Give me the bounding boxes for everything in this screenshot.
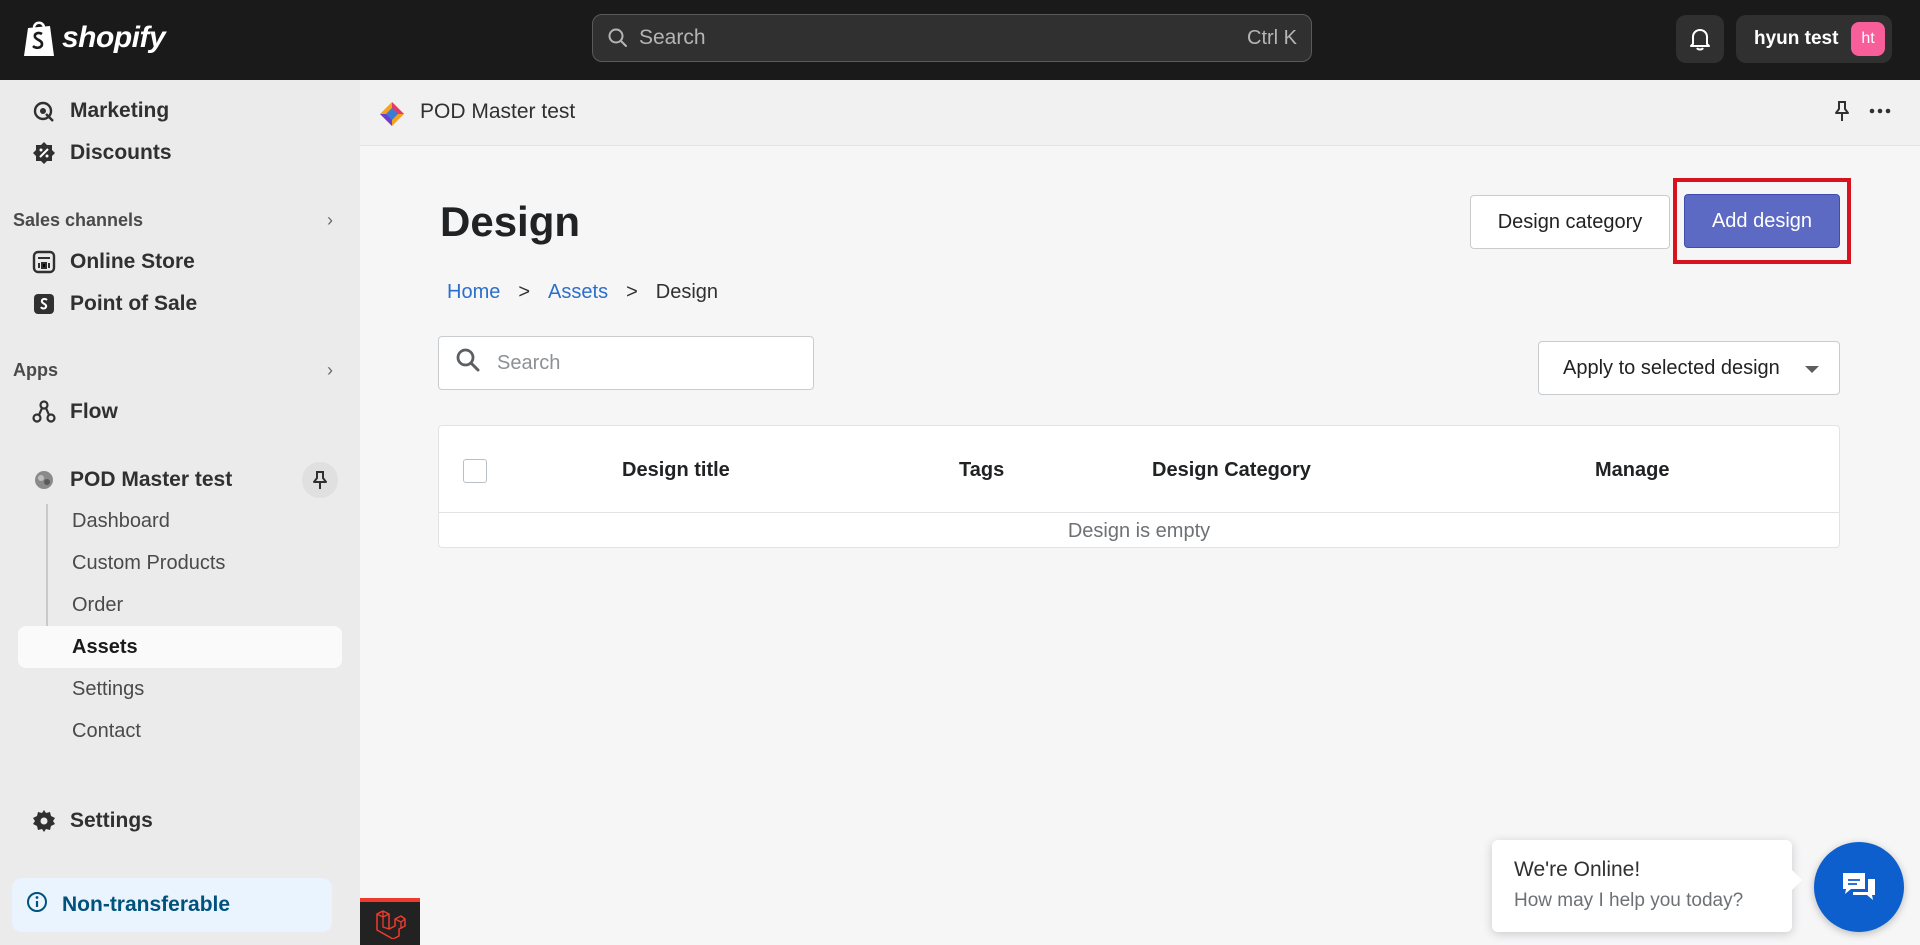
search-shortcut: Ctrl K xyxy=(1247,26,1297,49)
subitem-assets[interactable]: Assets xyxy=(72,636,138,659)
non-transferable-badge[interactable]: Non-transferable xyxy=(12,878,332,932)
subitem-custom-products[interactable]: Custom Products xyxy=(72,552,225,575)
non-transferable-label: Non-transferable xyxy=(62,893,231,916)
sidebar-item-label: Settings xyxy=(70,809,153,832)
column-header-category[interactable]: Design Category xyxy=(1152,459,1311,482)
breadcrumb: Home > Assets > Design xyxy=(447,281,718,304)
top-bar: shopify Search Ctrl K hyun test ht xyxy=(0,0,1920,80)
breadcrumb-current: Design xyxy=(655,281,719,303)
chat-title: We're Online! xyxy=(1514,858,1641,881)
marketing-icon xyxy=(32,99,56,123)
apps-section[interactable]: Apps › xyxy=(13,360,333,381)
user-menu-button[interactable]: hyun test ht xyxy=(1736,15,1892,63)
add-design-button[interactable]: Add design xyxy=(1684,194,1840,248)
design-category-button[interactable]: Design category xyxy=(1470,195,1670,249)
column-header-manage: Manage xyxy=(1595,459,1670,481)
chevron-right-icon: › xyxy=(327,360,333,380)
chat-subtitle: How may I help you today? xyxy=(1514,890,1744,911)
breadcrumb-separator: > xyxy=(626,281,638,303)
pin-app-button[interactable] xyxy=(302,462,338,498)
design-table: Design title Tags Design Category Manage… xyxy=(438,425,1840,548)
section-title: Apps xyxy=(13,360,58,380)
avatar: ht xyxy=(1851,22,1885,56)
user-name: hyun test xyxy=(1754,28,1839,49)
active-subitem-background xyxy=(18,626,342,668)
sidebar-item-label: Flow xyxy=(70,400,118,423)
shopify-bag-icon xyxy=(24,21,54,56)
sidebar-item-point-of-sale[interactable]: Point of Sale xyxy=(18,284,342,324)
sidebar-item-label: Marketing xyxy=(70,99,170,122)
search-placeholder: Search xyxy=(639,26,706,49)
app-title-bar: POD Master test xyxy=(360,80,1920,146)
laravel-logo-icon xyxy=(376,909,406,939)
sidebar-item-settings[interactable]: Settings xyxy=(18,801,342,841)
section-title: Sales channels xyxy=(13,210,144,230)
sidebar-item-pod-master[interactable]: POD Master test xyxy=(18,460,342,500)
search-icon xyxy=(455,347,481,379)
search-icon xyxy=(608,28,627,47)
subitem-contact[interactable]: Contact xyxy=(72,720,141,743)
design-search-input[interactable]: Search xyxy=(438,336,814,390)
shopify-logo[interactable]: shopify xyxy=(22,18,166,58)
sidebar-item-flow[interactable]: Flow xyxy=(18,392,342,432)
subitem-order[interactable]: Order xyxy=(72,594,123,617)
chat-launcher-button[interactable] xyxy=(1814,842,1904,932)
select-all-checkbox[interactable] xyxy=(463,459,487,483)
brand-name: shopify xyxy=(62,21,166,54)
pin-icon[interactable] xyxy=(1832,100,1852,127)
sidebar-item-marketing[interactable]: Marketing xyxy=(18,91,342,131)
gear-icon xyxy=(32,809,56,833)
table-header: Design title Tags Design Category Manage xyxy=(439,426,1839,513)
empty-state-message: Design is empty xyxy=(1067,520,1211,542)
pos-icon xyxy=(32,292,56,316)
sidebar: Marketing Discounts Sales channels › Onl… xyxy=(0,80,360,945)
bell-icon xyxy=(1690,29,1710,51)
sidebar-item-label: Point of Sale xyxy=(70,292,198,315)
bulk-action-select[interactable]: Apply to selected design xyxy=(1538,341,1840,395)
global-search-input[interactable]: Search Ctrl K xyxy=(592,14,1312,62)
info-icon xyxy=(26,891,48,919)
discount-icon xyxy=(32,141,56,165)
breadcrumb-assets[interactable]: Assets xyxy=(548,281,608,304)
search-placeholder: Search xyxy=(497,351,561,374)
main-content: POD Master test Design Design category A… xyxy=(360,80,1920,945)
pin-icon xyxy=(313,471,327,489)
sidebar-item-label: Discounts xyxy=(70,141,172,164)
chevron-right-icon: › xyxy=(327,210,333,230)
subitem-dashboard[interactable]: Dashboard xyxy=(72,510,170,533)
app-name: POD Master test xyxy=(420,100,576,123)
caret-down-icon xyxy=(1805,366,1819,373)
sidebar-item-online-store[interactable]: Online Store xyxy=(18,242,342,282)
notifications-button[interactable] xyxy=(1676,15,1724,63)
page-title: Design xyxy=(440,198,581,245)
sidebar-item-label: Online Store xyxy=(70,250,195,273)
bulk-action-label: Apply to selected design xyxy=(1563,356,1780,379)
debug-toolbar-button[interactable] xyxy=(360,898,420,945)
sidebar-item-label: POD Master test xyxy=(70,468,233,491)
breadcrumb-separator: > xyxy=(518,281,531,303)
chat-greeting-bubble[interactable]: We're Online! How may I help you today? xyxy=(1492,840,1802,932)
chat-icon xyxy=(1843,873,1875,900)
subitem-settings[interactable]: Settings xyxy=(72,678,144,701)
app-logo-icon xyxy=(380,102,404,126)
flow-icon xyxy=(32,400,56,424)
breadcrumb-home[interactable]: Home xyxy=(447,281,500,304)
column-header-title[interactable]: Design title xyxy=(622,459,730,482)
app-icon xyxy=(32,468,56,492)
more-actions-icon[interactable] xyxy=(1868,100,1892,127)
sidebar-item-discounts[interactable]: Discounts xyxy=(18,133,342,173)
column-header-tags[interactable]: Tags xyxy=(959,459,1004,482)
sales-channels-section[interactable]: Sales channels › xyxy=(13,210,333,231)
store-icon xyxy=(32,250,56,274)
